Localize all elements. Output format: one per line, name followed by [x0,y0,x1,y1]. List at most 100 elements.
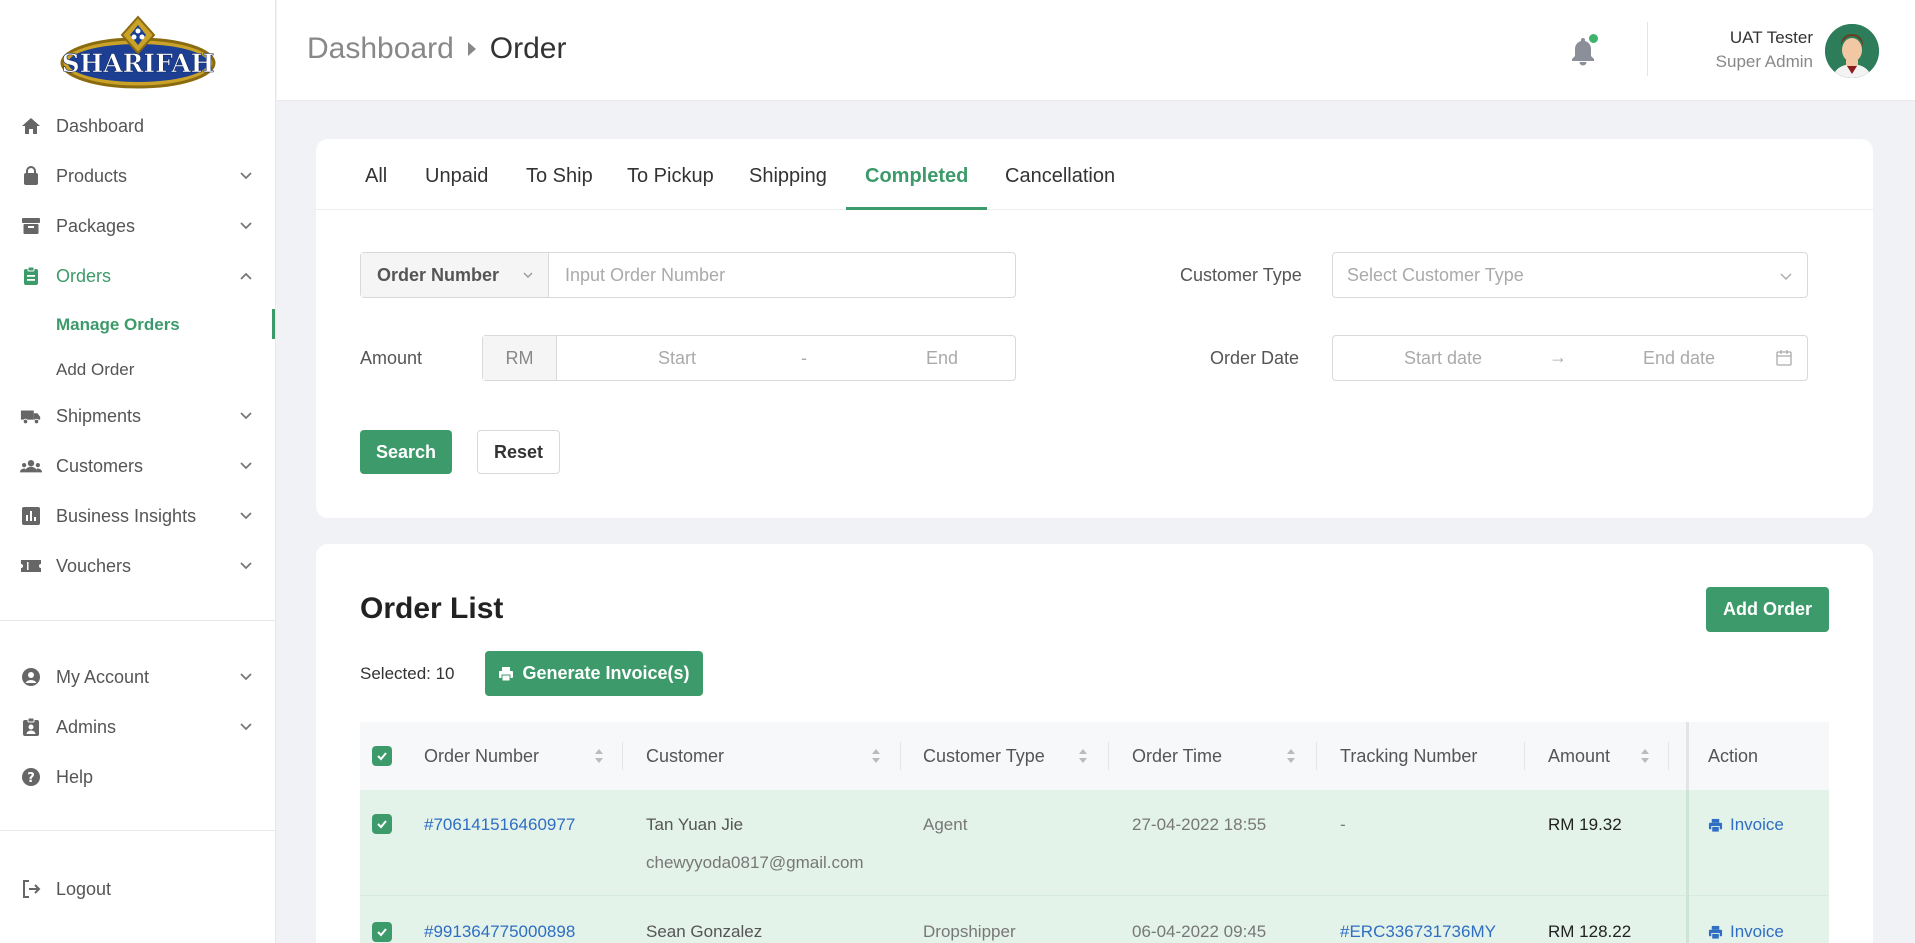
amount-end-input[interactable]: End [926,348,958,369]
printer-icon [1708,818,1723,833]
user-info[interactable]: UAT Tester Super Admin [1716,28,1813,72]
col-amount[interactable]: Amount [1548,746,1610,767]
row-checkbox[interactable] [372,814,392,834]
sidebar-item-packages[interactable]: Packages [0,206,276,246]
chevron-up-icon [240,272,252,280]
sort-icon[interactable] [594,748,604,764]
end-date-input[interactable]: End date [1643,348,1715,369]
invoice-link[interactable]: Invoice [1708,815,1784,835]
tab-active-indicator [846,207,987,210]
sidebar-subitem-add-order[interactable]: Add Order [56,354,134,386]
col-order-number[interactable]: Order Number [424,746,539,767]
top-header: Dashboard Order UAT Tester Super Admin [277,0,1915,101]
chevron-down-icon [240,723,252,731]
sidebar-item-products[interactable]: Products [0,156,276,196]
customer-name: Tan Yuan Jie [646,815,744,834]
amount-start-input[interactable]: Start [658,348,696,369]
printer-icon [1708,925,1723,940]
col-action: Action [1708,746,1759,766]
sidebar-item-label: Help [56,766,94,787]
select-all-checkbox[interactable] [372,746,392,766]
check-icon [377,752,387,761]
customer-type-select[interactable]: Select Customer Type [1332,252,1808,298]
sidebar-item-shipments[interactable]: Shipments [0,396,276,436]
sidebar-item-help[interactable]: ? Help [0,757,276,797]
home-icon [20,115,42,137]
order-number-link[interactable]: #991364775000898 [424,922,575,942]
tab-completed[interactable]: Completed [865,165,968,188]
order-list-title: Order List [360,592,504,625]
invoice-link[interactable]: Invoice [1708,922,1784,942]
breadcrumb: Dashboard Order [307,32,566,66]
chevron-down-icon [1780,273,1792,280]
sidebar-item-label: My Account [56,666,150,687]
tracking-number: - [1340,815,1346,834]
reset-button[interactable]: Reset [477,430,560,474]
notification-dot [1589,34,1598,43]
sort-icon[interactable] [871,748,881,764]
chevron-down-icon [240,222,252,230]
column-divider [900,742,901,770]
sidebar-item-dashboard[interactable]: Dashboard [0,106,276,146]
question-circle-icon: ? [20,766,42,788]
sidebar-subitem-label: Add Order [56,360,135,379]
user-circle-icon [20,666,42,688]
order-number-link[interactable]: #706141516460977 [424,815,575,835]
sidebar-item-my-account[interactable]: My Account [0,657,276,697]
tab-to-pickup[interactable]: To Pickup [627,165,714,188]
brand-logo[interactable]: SHARIFAH [0,0,275,110]
tracking-number-link[interactable]: #ERC336731736MY [1340,922,1496,942]
tab-to-ship[interactable]: To Ship [526,165,593,188]
search-button[interactable]: Search [360,430,452,474]
sidebar-item-logout[interactable]: Logout [0,869,276,909]
order-status-tabs: All Unpaid To Ship To Pickup Shipping Co… [316,139,1873,210]
sidebar-item-customers[interactable]: Customers [0,446,276,486]
sharifah-logo-icon: SHARIFAH [60,15,215,89]
chevron-down-icon [240,512,252,520]
sidebar-item-label: Orders [56,265,112,286]
order-date-label: Order Date [1210,348,1300,368]
chevron-down-icon [240,412,252,420]
sidebar-item-orders[interactable]: Orders [0,256,276,296]
svg-text:?: ? [27,771,35,786]
column-divider [1668,742,1669,770]
sidebar-item-label: Dashboard [56,115,145,136]
breadcrumb-dashboard[interactable]: Dashboard [307,32,454,66]
invoice-label: Invoice [1730,922,1784,941]
sort-icon[interactable] [1640,748,1650,764]
tab-unpaid[interactable]: Unpaid [425,165,488,188]
tab-cancellation[interactable]: Cancellation [1005,165,1115,188]
col-order-time[interactable]: Order Time [1132,746,1222,767]
column-divider [622,742,623,770]
start-date-input[interactable]: Start date [1404,348,1482,369]
customer-name: Sean Gonzalez [646,922,763,941]
sidebar-item-label: Admins [56,716,117,737]
sort-icon[interactable] [1286,748,1296,764]
sidebar-item-vouchers[interactable]: Vouchers [0,546,276,586]
sidebar-item-label: Packages [56,215,136,236]
user-role: Super Admin [1715,52,1813,71]
clipboard-list-icon [20,265,42,287]
truck-icon [20,405,42,427]
generate-invoices-button[interactable]: Generate Invoice(s) [485,651,703,696]
order-date-range-picker[interactable]: Start date → End date [1332,335,1808,381]
sidebar-item-label: Shipments [56,405,142,426]
sidebar-divider [0,620,276,621]
col-customer[interactable]: Customer [646,746,724,767]
sidebar-item-business-insights[interactable]: Business Insights [0,496,276,536]
sidebar-subitem-manage-orders[interactable]: Manage Orders [56,309,180,341]
add-order-button[interactable]: Add Order [1706,587,1829,632]
selected-count: Selected: 10 [360,664,455,683]
sort-icon[interactable] [1078,748,1088,764]
order-list-card: Order List Add Order Selected: 10 Genera… [316,544,1873,943]
tab-shipping[interactable]: Shipping [749,165,827,188]
sidebar-item-admins[interactable]: Admins [0,707,276,747]
col-customer-type[interactable]: Customer Type [923,746,1045,767]
tab-all[interactable]: All [365,165,387,188]
order-number-type-select[interactable]: Order Number [361,253,549,297]
avatar[interactable] [1825,24,1879,78]
select-value: Order Number [377,264,500,285]
row-checkbox[interactable] [372,922,392,942]
filter-card: All Unpaid To Ship To Pickup Shipping Co… [316,139,1873,518]
order-number-input[interactable]: Input Order Number [565,265,725,286]
